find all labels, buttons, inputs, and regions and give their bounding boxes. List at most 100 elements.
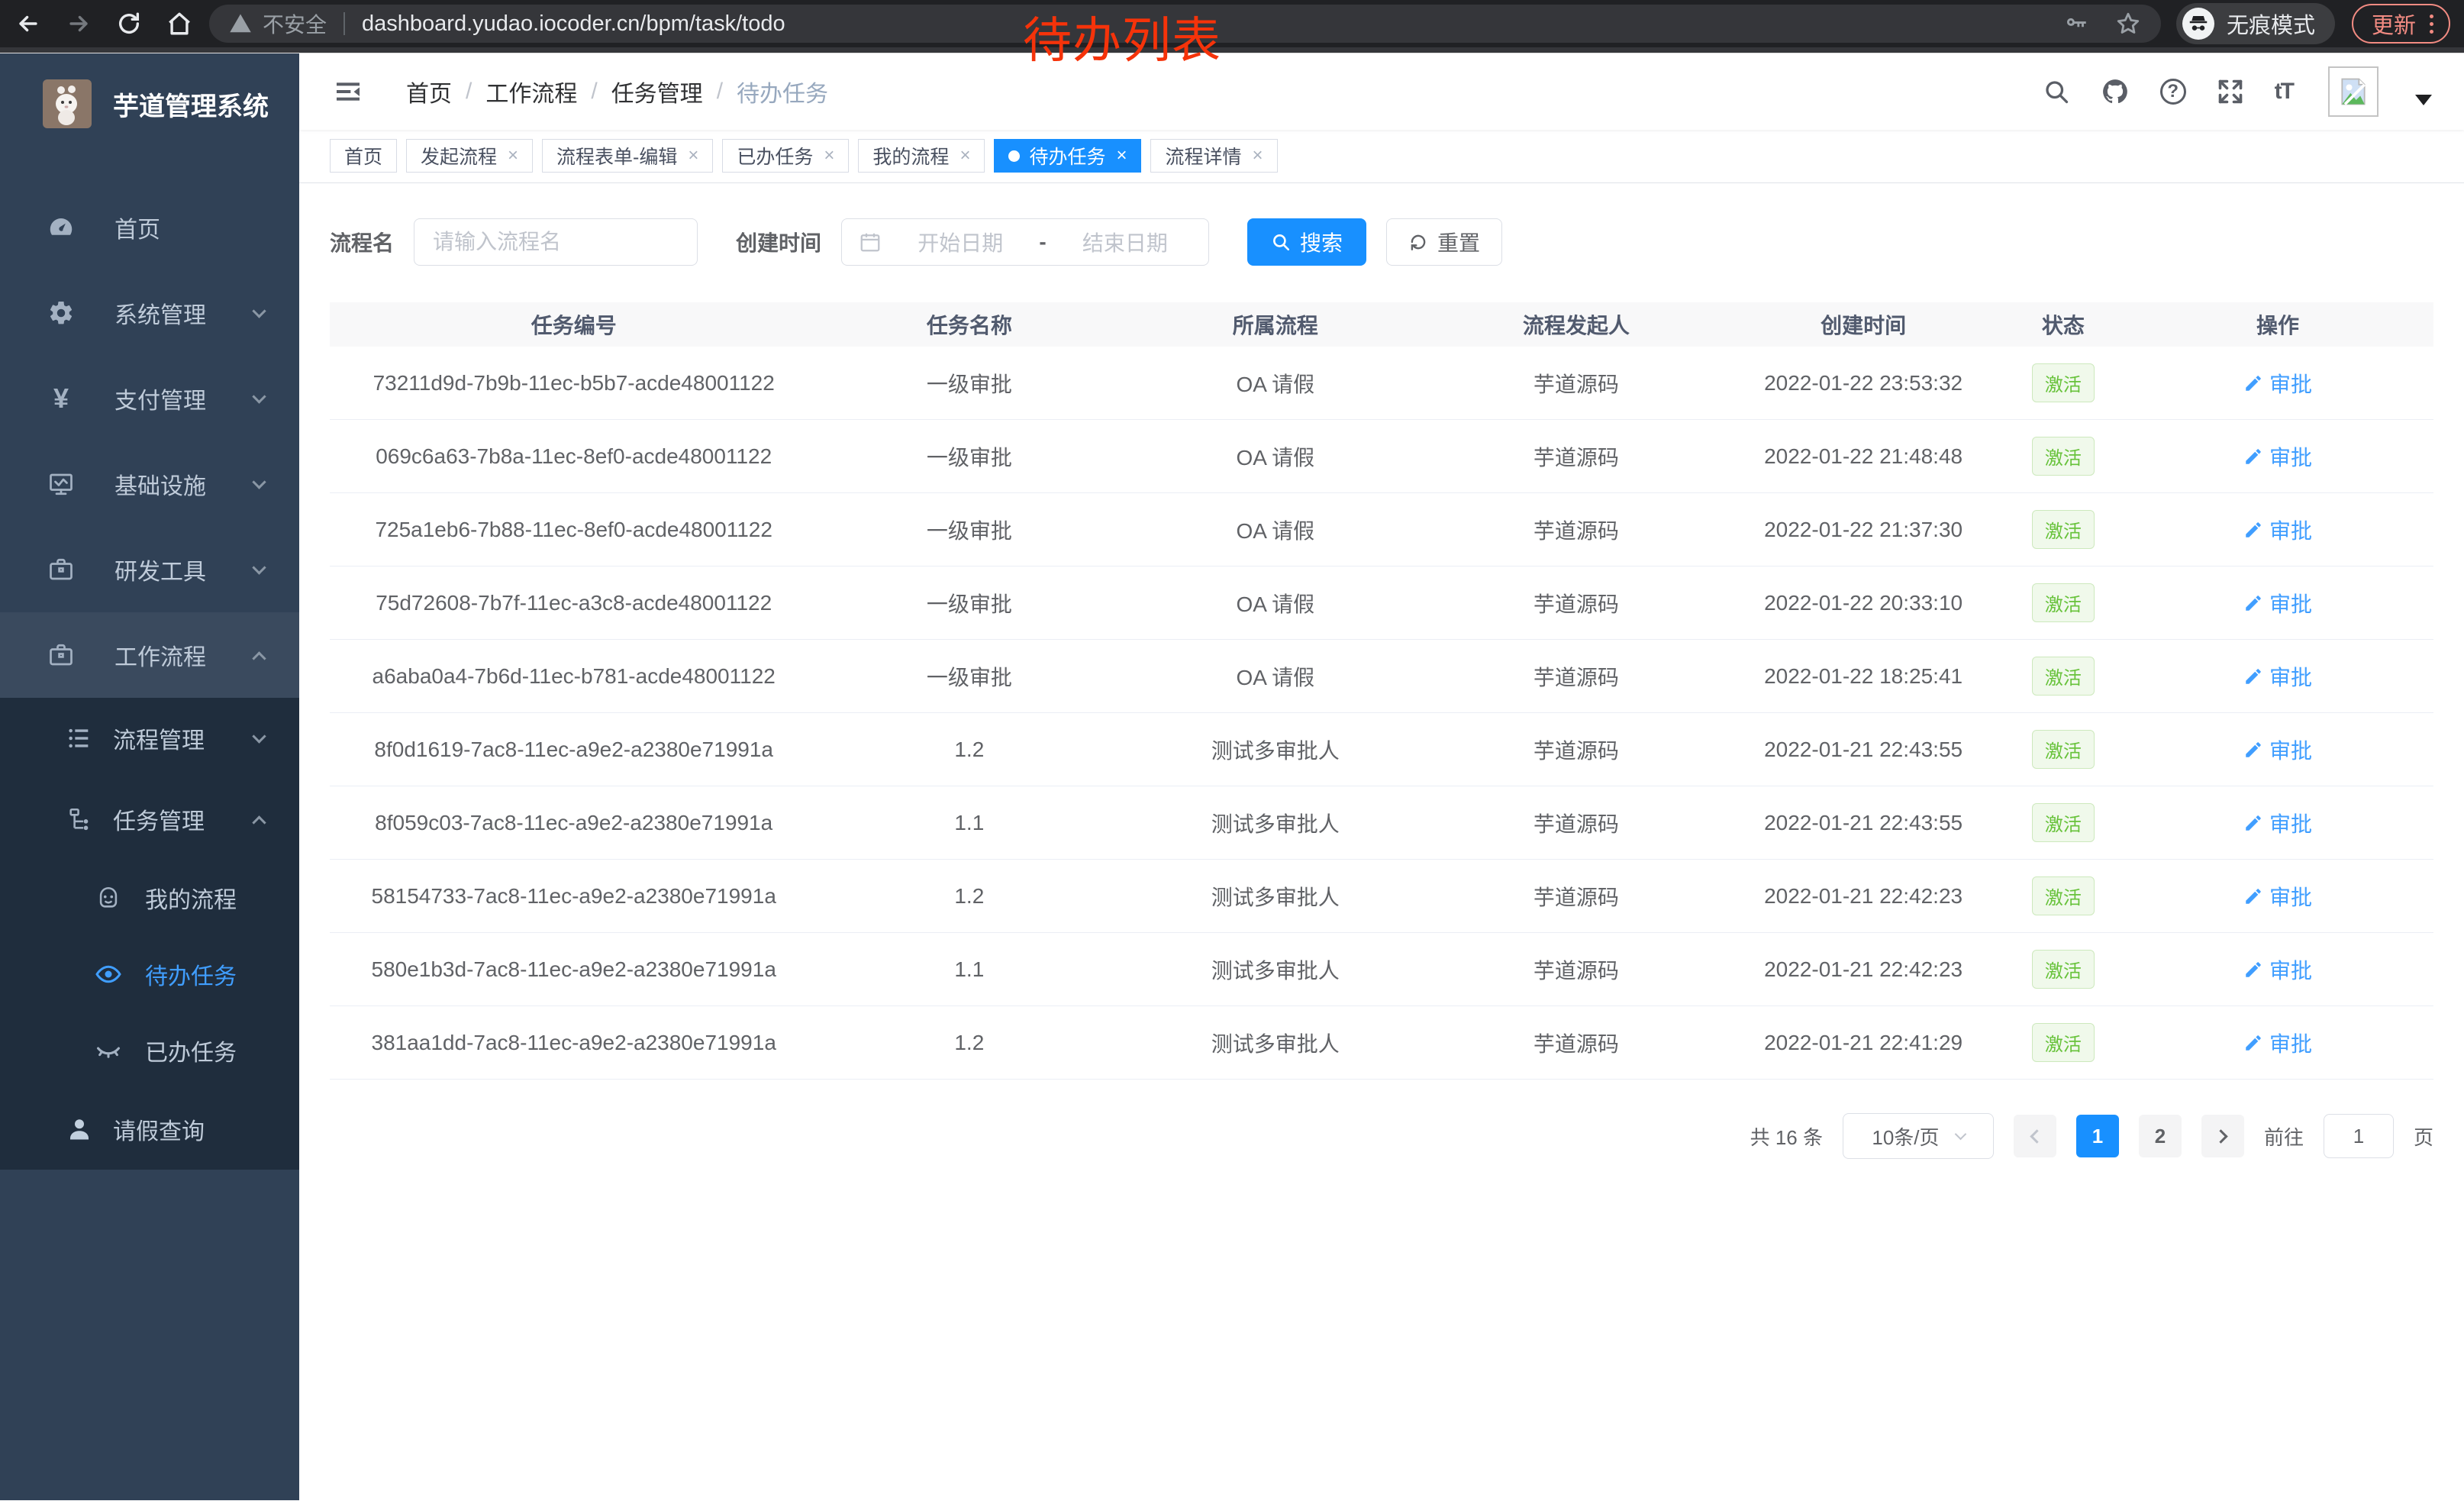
edit-pencil-icon: [2243, 740, 2263, 760]
close-icon[interactable]: ×: [824, 145, 834, 166]
tab[interactable]: 待办任务 ×: [994, 139, 1141, 173]
browser-menu-icon[interactable]: [2430, 15, 2433, 34]
tab[interactable]: 流程详情 ×: [1150, 139, 1277, 173]
browser-reload-icon[interactable]: [114, 9, 144, 38]
close-icon[interactable]: ×: [1253, 145, 1263, 166]
breadcrumb-task-mgmt[interactable]: 任务管理: [611, 75, 703, 108]
help-icon[interactable]: ?: [2160, 79, 2186, 105]
browser-back-icon[interactable]: [14, 9, 43, 38]
tab[interactable]: 我的流程 ×: [858, 139, 985, 173]
breadcrumb-home[interactable]: 首页: [406, 75, 452, 108]
page-button-2[interactable]: 2: [2139, 1115, 2182, 1157]
initiator-cell: 芋道源码: [1430, 441, 1722, 472]
sidebar-item-label: 待办任务: [145, 957, 264, 991]
tab[interactable]: 已办任务 ×: [722, 139, 849, 173]
tab-label: 流程表单-编辑: [556, 142, 677, 169]
approve-link[interactable]: 审批: [2243, 368, 2312, 399]
process-name-input[interactable]: [414, 218, 698, 266]
sidebar-item-system[interactable]: 系统管理: [0, 270, 299, 356]
task-id-cell: 58154733-7ac8-11ec-a9e2-a2380e71991a: [330, 884, 818, 909]
table-row: 8f0d1619-7ac8-11ec-a9e2-a2380e71991a 1.2…: [330, 713, 2433, 786]
sidebar-item-label: 首页: [114, 211, 264, 244]
close-icon[interactable]: ×: [508, 145, 518, 166]
table-header: 任务编号 任务名称 所属流程 流程发起人 创建时间 状态 操作: [330, 302, 2433, 347]
process-cell: 测试多审批人: [1121, 1028, 1430, 1058]
sidebar-item-leave-query[interactable]: 请假查询: [0, 1089, 299, 1170]
chevron-up-icon: [252, 651, 266, 665]
search-button[interactable]: 搜索: [1247, 218, 1366, 266]
breadcrumb-workflow[interactable]: 工作流程: [485, 75, 577, 108]
calendar-icon: [859, 231, 882, 253]
approve-label: 审批: [2269, 661, 2312, 692]
key-icon[interactable]: [2063, 11, 2089, 37]
approve-link[interactable]: 审批: [2243, 515, 2312, 545]
github-icon[interactable]: [2101, 77, 2130, 106]
initiator-cell: 芋道源码: [1430, 954, 1722, 985]
close-icon[interactable]: ×: [688, 145, 698, 166]
search-icon[interactable]: [2043, 78, 2070, 105]
approve-link[interactable]: 审批: [2243, 661, 2312, 692]
approve-link[interactable]: 审批: [2243, 881, 2312, 912]
sidebar-item-todo-tasks[interactable]: 待办任务: [0, 936, 299, 1012]
font-size-icon[interactable]: tT: [2275, 79, 2293, 105]
status-badge: 激活: [2032, 363, 2095, 402]
browser-update-button[interactable]: 更新: [2352, 4, 2450, 44]
browser-home-icon[interactable]: [165, 9, 194, 38]
chevron-down-icon: [1954, 1128, 1966, 1141]
process-cell: OA 请假: [1121, 441, 1430, 472]
approve-link[interactable]: 审批: [2243, 441, 2312, 472]
page-button-1[interactable]: 1: [2076, 1115, 2119, 1157]
security-warning-icon[interactable]: [229, 12, 252, 35]
initiator-cell: 芋道源码: [1430, 368, 1722, 399]
task-id-cell: 8f0d1619-7ac8-11ec-a9e2-a2380e71991a: [330, 738, 818, 762]
avatar-caret-icon[interactable]: [2415, 95, 2432, 105]
sidebar-item-task-mgmt[interactable]: 任务管理: [0, 779, 299, 860]
task-id-cell: 381aa1dd-7ac8-11ec-a9e2-a2380e71991a: [330, 1031, 818, 1055]
page-size-select[interactable]: 10条/页: [1843, 1113, 1994, 1159]
table-row: 580e1b3d-7ac8-11ec-a9e2-a2380e71991a 1.1…: [330, 933, 2433, 1006]
task-id-cell: 73211d9d-7b9b-11ec-b5b7-acde48001122: [330, 371, 818, 395]
top-navbar: 首页 / 工作流程 / 任务管理 / 待办任务 ?: [299, 53, 2464, 130]
approve-link[interactable]: 审批: [2243, 1028, 2312, 1058]
approve-link[interactable]: 审批: [2243, 808, 2312, 838]
sidebar-item-workflow[interactable]: 工作流程: [0, 612, 299, 698]
fullscreen-icon[interactable]: [2217, 78, 2244, 105]
robot-icon: [92, 885, 125, 911]
chrome-strip: [0, 47, 2464, 53]
avatar[interactable]: [2328, 66, 2379, 117]
prev-page-button[interactable]: [2014, 1115, 2056, 1157]
bookmark-star-icon[interactable]: [2115, 11, 2141, 37]
status-cell: 激活: [2004, 1023, 2122, 1062]
goto-page-input[interactable]: [2324, 1114, 2394, 1158]
reset-button-label: 重置: [1437, 227, 1480, 257]
tab[interactable]: 首页: [330, 139, 397, 173]
sidebar-item-devtools[interactable]: 研发工具: [0, 527, 299, 612]
tree-icon: [63, 806, 96, 832]
reset-button[interactable]: 重置: [1386, 218, 1502, 266]
status-badge: 激活: [2032, 510, 2095, 549]
briefcase-icon: [44, 556, 78, 583]
sidebar-item-home[interactable]: 首页: [0, 185, 299, 270]
tab[interactable]: 流程表单-编辑 ×: [542, 139, 713, 173]
date-range-picker[interactable]: 开始日期 - 结束日期: [841, 218, 1209, 266]
tab-label: 已办任务: [737, 142, 813, 169]
app-logo-row[interactable]: 芋道管理系统: [0, 53, 299, 144]
approve-link[interactable]: 审批: [2243, 588, 2312, 618]
tab[interactable]: 发起流程 ×: [406, 139, 533, 173]
close-icon[interactable]: ×: [1116, 145, 1127, 166]
approve-link[interactable]: 审批: [2243, 954, 2312, 985]
action-cell: 审批: [2122, 808, 2433, 838]
sidebar-item-payment[interactable]: ¥ 支付管理: [0, 356, 299, 441]
browser-forward-icon[interactable]: [64, 9, 93, 38]
approve-link[interactable]: 审批: [2243, 734, 2312, 765]
sidebar-item-process-mgmt[interactable]: 流程管理: [0, 698, 299, 779]
next-page-button[interactable]: [2201, 1115, 2244, 1157]
dashboard-icon: [44, 214, 78, 241]
sidebar-collapse-icon[interactable]: [333, 76, 363, 107]
sidebar-item-my-process[interactable]: 我的流程: [0, 860, 299, 936]
close-icon[interactable]: ×: [959, 145, 970, 166]
task-name-cell: 1.1: [818, 957, 1121, 982]
sidebar-item-infra[interactable]: 基础设施: [0, 441, 299, 527]
table-row: 58154733-7ac8-11ec-a9e2-a2380e71991a 1.2…: [330, 860, 2433, 933]
sidebar-item-done-tasks[interactable]: 已办任务: [0, 1012, 299, 1089]
